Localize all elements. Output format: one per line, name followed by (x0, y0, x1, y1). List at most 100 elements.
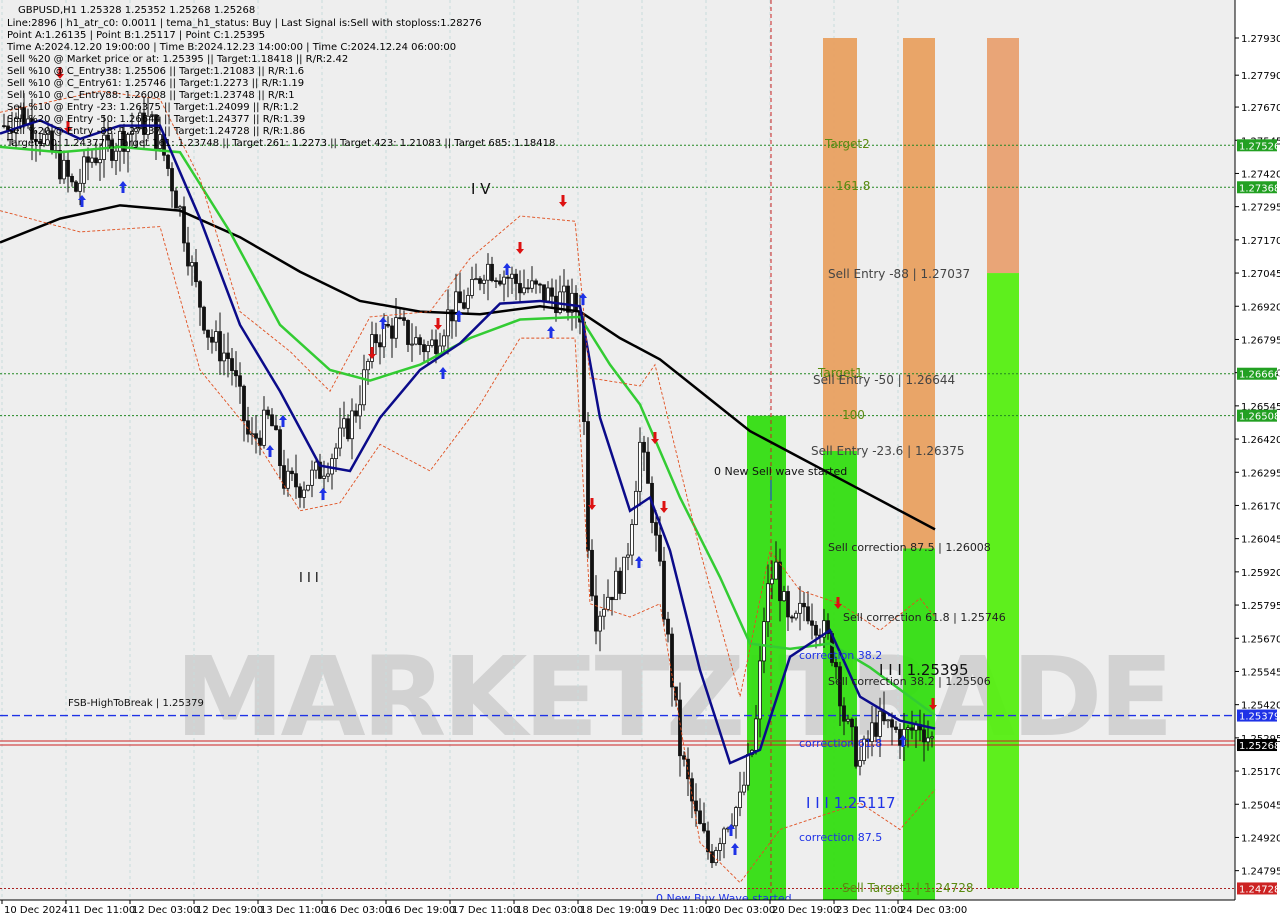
candle-body (398, 317, 402, 320)
candle-body (474, 278, 478, 281)
candle-body (694, 800, 698, 812)
candle-body (90, 157, 94, 163)
candle-body (338, 427, 342, 449)
candle-body (410, 343, 414, 346)
candle-body (590, 549, 594, 597)
zone-label: correction 87.5 (799, 831, 882, 844)
y-tick-label: 1.27295 (1241, 203, 1280, 214)
candle-body (802, 602, 806, 608)
candle-body (378, 342, 382, 348)
candle-body (66, 159, 70, 177)
candle-body (834, 662, 838, 668)
candle-body (322, 475, 326, 479)
info-line: Sell %10 @ C_Entry88: 1.26008 || Target:… (7, 90, 295, 101)
candle-body (898, 729, 902, 746)
candle-body (662, 560, 666, 620)
candle-body (566, 285, 570, 313)
candle-body (282, 465, 286, 489)
candle-body (714, 850, 718, 864)
candle-body (762, 621, 766, 662)
candle-body (518, 283, 522, 294)
candle-body (358, 404, 362, 417)
candle-body (794, 612, 798, 619)
candle-body (230, 358, 234, 371)
chart-root: MARKETZITRADETarget2161.8Sell Entry -88 … (0, 0, 1280, 920)
candle-body (270, 414, 274, 427)
candle-body (442, 335, 446, 347)
info-line: Target100: 1.24377 || Target 161: 1.2374… (6, 138, 555, 149)
candle-body (490, 263, 494, 281)
zone-label: FSB-HighToBreak | 1.25379 (68, 698, 204, 709)
candle-body (858, 760, 862, 767)
zone-label: 161.8 (836, 179, 870, 193)
candle-body (202, 306, 206, 331)
candle-body (278, 429, 282, 467)
y-tick-label: 1.26920 (1241, 302, 1280, 313)
y-tick-label: 1.27930 (1241, 34, 1280, 45)
candle-body (562, 285, 566, 293)
candle-body (742, 784, 746, 793)
x-tick-label: 16 Dec 03:00 (324, 905, 391, 916)
candle-body (250, 433, 254, 436)
zone-label: correction 61.8 (799, 737, 882, 750)
info-line: Time A:2024.12.20 19:00:00 | Time B:2024… (6, 42, 456, 53)
candle-body (526, 287, 530, 290)
candle-body (498, 280, 502, 285)
candle-body (910, 727, 914, 731)
candle-body (778, 561, 782, 602)
info-line: Sell %10 @ C_Entry38: 1.25506 || Target:… (7, 66, 304, 77)
candle-body (746, 754, 750, 786)
candle-body (846, 718, 850, 722)
candle-body (626, 554, 630, 558)
x-tick-label: 19 Dec 11:00 (644, 905, 711, 916)
y-tick-label: 1.25045 (1241, 800, 1280, 811)
candle-body (886, 719, 890, 722)
y-tick-label: 1.26795 (1241, 335, 1280, 346)
y-tick-label: 1.26045 (1241, 535, 1280, 546)
candle-body (810, 620, 814, 626)
candle-body (354, 410, 358, 417)
x-tick-label: 18 Dec 19:00 (580, 905, 647, 916)
candle-body (422, 344, 426, 353)
candle-body (706, 830, 710, 853)
zone-label: Sell Entry -88 | 1.27037 (828, 267, 970, 281)
candle-body (522, 287, 526, 294)
candle-body (758, 660, 762, 720)
y-tick-label: 1.26170 (1241, 501, 1280, 512)
y-tick-label: 1.24920 (1241, 833, 1280, 844)
candle-body (722, 828, 726, 845)
candle-body (454, 291, 458, 322)
candle-body (190, 262, 194, 267)
candle-body (786, 591, 790, 618)
candle-body (418, 337, 422, 346)
candle-body (2, 125, 6, 128)
candle-body (362, 369, 366, 406)
candle-body (326, 473, 330, 477)
candle-body (174, 190, 178, 209)
x-tick-label: 12 Dec 19:00 (196, 905, 263, 916)
candle-body (506, 276, 510, 279)
candle-body (530, 280, 534, 289)
candle-body (502, 276, 506, 285)
zone-green-1 (747, 415, 786, 900)
candle-body (462, 302, 466, 309)
y-tick-label: 1.25545 (1241, 667, 1280, 678)
candle-body (82, 156, 86, 184)
price-badge-label: 1.27526 (1239, 141, 1280, 152)
candle-body (470, 278, 474, 296)
zone-label: I I I (299, 571, 319, 586)
zone-label: Sell Entry -23.6 | 1.26375 (811, 444, 965, 458)
zone-label: I I I 1.25117 (806, 794, 896, 812)
candle-body (782, 591, 786, 602)
y-tick-label: 1.24795 (1241, 867, 1280, 878)
y-tick-label: 1.27790 (1241, 71, 1280, 82)
candle-body (538, 283, 542, 286)
zone-orange-3 (987, 38, 1019, 274)
candle-body (430, 339, 434, 346)
y-tick-label: 1.25670 (1241, 634, 1280, 645)
candle-body (114, 150, 118, 161)
candle-body (238, 375, 242, 387)
candle-body (654, 522, 658, 536)
candle-body (78, 182, 82, 192)
candle-body (286, 470, 290, 489)
